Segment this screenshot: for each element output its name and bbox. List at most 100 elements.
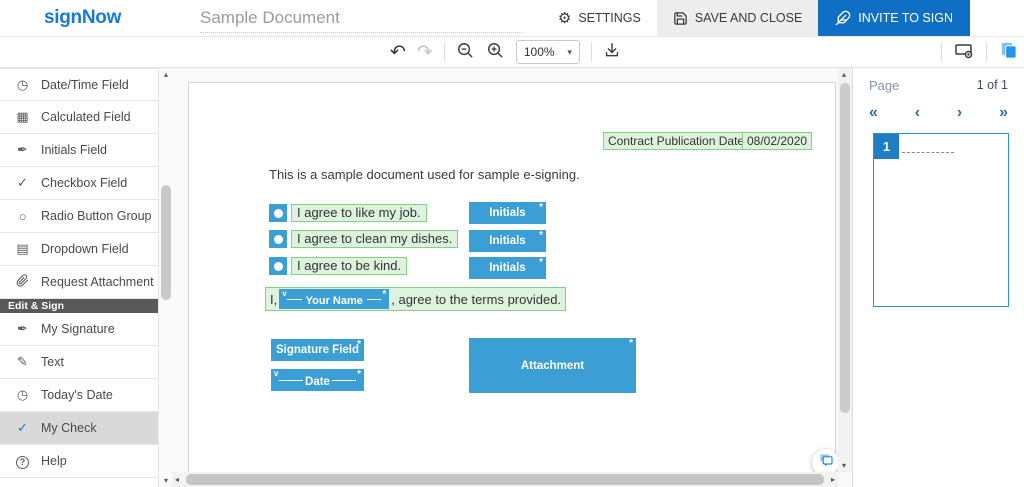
check-icon: ✓	[14, 420, 31, 436]
name-sentence-suffix: , agree to the terms provided.	[391, 292, 561, 307]
signnow-logo: signNow	[44, 0, 121, 36]
sidebar-scrollbar[interactable]: ▴ ▾	[158, 68, 172, 487]
canvas-vertical-scrollbar[interactable]: ▴ ▾	[838, 68, 852, 472]
pages-panel: Page 1 of 1 « ‹ › » 1	[852, 68, 1024, 487]
last-page-icon[interactable]: »	[999, 105, 1008, 121]
name-sentence-row: I, v Your Name * , agree to the terms pr…	[265, 287, 566, 311]
scroll-down-icon[interactable]: ▾	[842, 461, 846, 470]
field-caret-icon: v	[282, 289, 286, 298]
sidebar-scrollbar-thumb[interactable]	[161, 185, 171, 300]
initials-field-button[interactable]: Initials *	[469, 202, 546, 224]
canvas-horizontal-scrollbar[interactable]: ◂ ▸	[172, 472, 838, 487]
required-asterisk: *	[629, 338, 633, 349]
sidebar-item-label: Checkbox Field	[41, 176, 127, 190]
check-icon: ✓	[14, 175, 31, 191]
clock-icon: ◷	[14, 77, 31, 93]
sidebar-item-datetime-field[interactable]: ◷ Date/Time Field	[0, 68, 158, 101]
sidebar-item-calculated-field[interactable]: ▦ Calculated Field	[0, 101, 158, 134]
sidebar-item-help[interactable]: ? Help	[0, 445, 158, 478]
paperclip-icon	[14, 274, 31, 290]
document-title-input[interactable]: Sample Document	[200, 5, 522, 33]
pen-nib-icon: ✒	[14, 321, 31, 337]
settings-button[interactable]: ⚙ SETTINGS	[542, 0, 657, 36]
sidebar-item-initials-field[interactable]: ✒ Initials Field	[0, 134, 158, 167]
required-asterisk: *	[539, 230, 543, 241]
clock-icon: ◷	[14, 387, 31, 403]
sidebar-item-request-attachment[interactable]: Request Attachment	[0, 266, 158, 299]
scroll-right-icon[interactable]: ▸	[831, 475, 835, 484]
sidebar-item-label: Request Attachment	[41, 275, 154, 289]
zoom-level-value: 100%	[524, 45, 555, 59]
save-and-close-label: SAVE AND CLOSE	[695, 11, 802, 25]
required-asterisk: *	[539, 257, 543, 268]
initials-field-button[interactable]: Initials *	[469, 230, 546, 252]
scroll-left-icon[interactable]: ◂	[175, 475, 179, 484]
signnow-editor: signNow Sample Document ⚙ SETTINGS SAVE …	[0, 0, 1024, 487]
canvas-horizontal-scrollbar-thumb[interactable]	[186, 474, 824, 485]
pages-panel-icon[interactable]	[999, 41, 1018, 64]
signature-field-button[interactable]: Signature Field *	[271, 339, 364, 361]
checkbox-field[interactable]	[269, 257, 287, 275]
redo-icon[interactable]: ↷	[417, 43, 433, 62]
agreement-text[interactable]: I agree to clean my dishes.	[291, 230, 458, 248]
editor-toolbar: ↶ ↷ 100% ▾	[0, 37, 1024, 68]
sidebar-item-label: Help	[41, 454, 67, 468]
save-and-close-button[interactable]: SAVE AND CLOSE	[657, 0, 818, 36]
field-settings-icon[interactable]	[954, 40, 974, 64]
scroll-down-icon[interactable]: ▾	[159, 476, 173, 485]
next-page-icon[interactable]: ›	[957, 105, 962, 121]
toolbar-divider	[986, 42, 987, 62]
agreement-text[interactable]: I agree to like my job.	[291, 204, 427, 222]
sidebar-item-label: Radio Button Group	[41, 209, 152, 223]
contract-publication-date-field[interactable]: 08/02/2020	[742, 132, 812, 150]
zoom-in-icon[interactable]	[486, 41, 505, 64]
pencil-icon: ✎	[14, 354, 31, 370]
your-name-text-field[interactable]: v Your Name *	[279, 289, 389, 309]
toolbar-divider	[591, 42, 592, 62]
scroll-up-icon[interactable]: ▴	[842, 70, 846, 79]
sidebar-item-text[interactable]: ✎ Text	[0, 346, 158, 379]
save-icon	[673, 11, 688, 26]
sidebar-item-dropdown-field[interactable]: ▤ Dropdown Field	[0, 233, 158, 266]
agreement-text[interactable]: I agree to be kind.	[291, 257, 407, 275]
download-icon[interactable]	[603, 41, 621, 63]
undo-icon[interactable]: ↶	[390, 43, 406, 62]
help-icon: ?	[14, 453, 31, 469]
checkbox-field[interactable]	[269, 204, 287, 222]
initials-field-button[interactable]: Initials *	[469, 257, 546, 279]
sidebar-item-label: Dropdown Field	[41, 242, 129, 256]
sidebar-item-checkbox-field[interactable]: ✓ Checkbox Field	[0, 167, 158, 200]
editor-body: ◷ Date/Time Field ▦ Calculated Field ✒ I…	[0, 68, 1024, 487]
page-thumbnail[interactable]: 1	[873, 133, 1009, 307]
first-page-icon[interactable]: «	[869, 105, 878, 121]
edit-and-sign-section-header: Edit & Sign	[0, 299, 158, 313]
pages-panel-header: Page 1 of 1	[853, 68, 1024, 93]
attachment-field-button[interactable]: Attachment *	[469, 338, 636, 393]
sidebar-item-radio-button-group[interactable]: ○ Radio Button Group	[0, 200, 158, 233]
zoom-level-select[interactable]: 100% ▾	[516, 40, 580, 64]
invite-to-sign-label: INVITE TO SIGN	[858, 11, 953, 25]
contract-publication-label-field[interactable]: Contract Publication Date:	[603, 132, 752, 150]
pages-label: Page	[869, 78, 899, 93]
fields-sidebar: ◷ Date/Time Field ▦ Calculated Field ✒ I…	[0, 68, 158, 487]
checkbox-field[interactable]	[269, 230, 287, 248]
settings-label: SETTINGS	[578, 11, 641, 25]
toolbar-center-group: ↶ ↷ 100% ▾	[390, 37, 621, 67]
document-canvas: Contract Publication Date: 08/02/2020 Th…	[172, 68, 852, 487]
sidebar-item-my-check[interactable]: ✓ My Check	[0, 412, 158, 445]
top-actions: ⚙ SETTINGS SAVE AND CLOSE INVITE TO SIGN	[542, 0, 1024, 36]
sidebar-item-label: My Signature	[41, 322, 115, 336]
invite-to-sign-button[interactable]: INVITE TO SIGN	[818, 0, 970, 36]
required-asterisk: *	[357, 369, 361, 380]
scroll-up-icon[interactable]: ▴	[159, 70, 173, 79]
sidebar-item-todays-date[interactable]: ◷ Today's Date	[0, 379, 158, 412]
pen-nib-icon: ✒	[14, 142, 31, 158]
previous-page-icon[interactable]: ‹	[915, 105, 920, 121]
sidebar-item-label: Calculated Field	[41, 110, 131, 124]
canvas-vertical-scrollbar-thumb[interactable]	[840, 83, 850, 413]
sidebar-item-my-signature[interactable]: ✒ My Signature	[0, 313, 158, 346]
field-caret-icon: v	[274, 369, 278, 378]
date-field-button[interactable]: v Date *	[271, 369, 364, 391]
zoom-out-icon[interactable]	[456, 41, 475, 64]
document-page: Contract Publication Date: 08/02/2020 Th…	[188, 82, 836, 487]
